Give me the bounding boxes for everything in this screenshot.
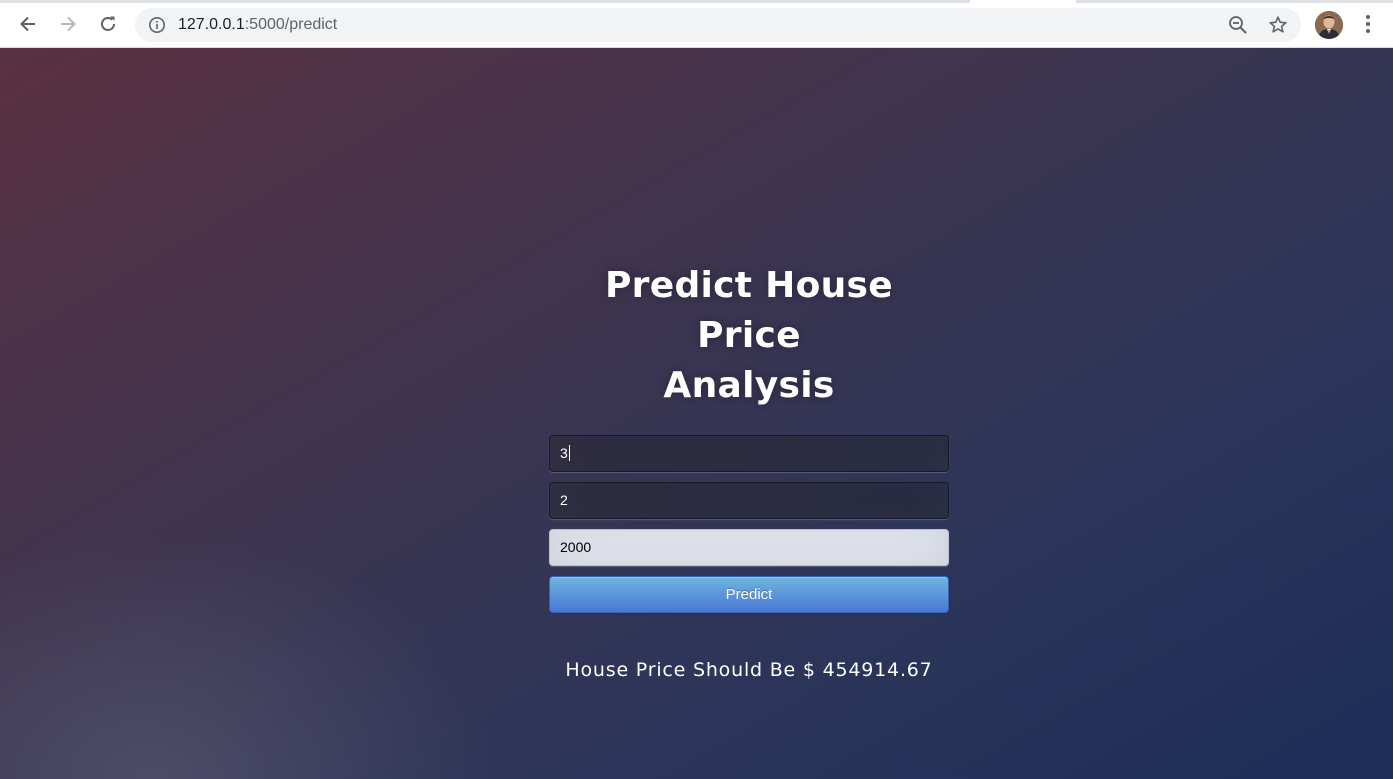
bathrooms-value: 2 [560,492,568,508]
tab-strip [0,0,1393,3]
browser-toolbar: 127.0.0.1:5000/predict [0,0,1393,48]
info-icon[interactable] [148,16,166,34]
url-text[interactable]: 127.0.0.1:5000/predict [178,8,337,42]
zoom-out-icon[interactable] [1228,15,1248,35]
active-tab[interactable] [970,0,1076,3]
sqft-value: 2000 [560,539,592,555]
title-line-2: Analysis [663,365,835,406]
star-icon[interactable] [1268,15,1288,35]
bedrooms-value: 3 [560,445,568,461]
bathrooms-input[interactable]: 2 [549,482,949,519]
bedrooms-input[interactable]: 3 [549,435,949,472]
address-bar[interactable]: 127.0.0.1:5000/predict [135,8,1301,42]
arrow-right-icon [61,16,76,32]
page-content: Predict House Price Analysis 3 2 2000 Pr… [0,48,1393,779]
forward-button[interactable] [56,12,80,36]
reload-button[interactable] [96,12,120,36]
predict-form: Predict House Price Analysis 3 2 2000 Pr… [549,261,949,681]
title-line-1: Predict House Price [605,265,893,356]
back-button[interactable] [16,12,40,36]
avatar[interactable] [1315,11,1343,39]
predict-button[interactable]: Predict [549,576,949,613]
text-cursor [568,445,570,461]
url-path: :5000/predict [244,16,338,33]
sqft-input[interactable]: 2000 [549,529,949,566]
profile-photo [1315,11,1343,39]
kebab-menu-icon[interactable] [1358,12,1378,36]
page-title: Predict House Price Analysis [549,261,949,411]
reload-icon [101,16,115,31]
arrow-left-icon [20,16,35,32]
url-host: 127.0.0.1 [178,16,245,33]
prediction-result: House Price Should Be $ 454914.67 [565,659,933,681]
